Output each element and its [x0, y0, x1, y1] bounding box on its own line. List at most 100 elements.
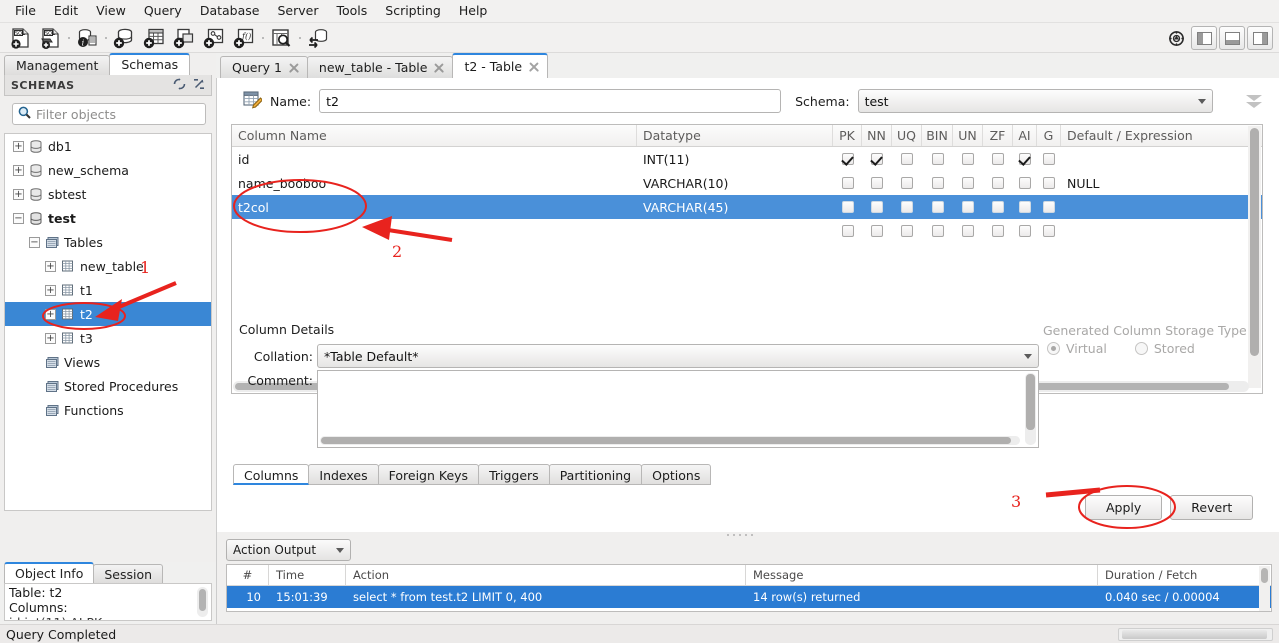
output-grid-row[interactable]: 10 15:01:39 select * from test.t2 LIMIT …: [227, 586, 1271, 608]
sidebar-tree-row-db1[interactable]: + db1: [5, 134, 211, 158]
checkbox-pk[interactable]: [833, 201, 862, 213]
output-type-select[interactable]: Action Output: [226, 539, 351, 561]
comment-vertical-scrollbar[interactable]: [1025, 373, 1036, 445]
new-schema-icon[interactable]: [109, 24, 139, 52]
checkbox-bin[interactable]: [922, 177, 953, 189]
sidebar-tree-row-t3[interactable]: + t3: [5, 326, 211, 350]
output-grid[interactable]: # Time Action Message Duration / Fetch 1…: [226, 564, 1272, 612]
checkbox-un[interactable]: [953, 225, 983, 237]
checkbox-un[interactable]: [953, 177, 983, 189]
columns-grid-row-new[interactable]: [232, 219, 1262, 243]
col-header-default[interactable]: Default / Expression: [1061, 125, 1261, 146]
object-info-scrollbar[interactable]: [197, 587, 208, 617]
tab-triggers[interactable]: Triggers: [478, 464, 550, 485]
col-header-zf[interactable]: ZF: [983, 125, 1013, 146]
new-view-icon[interactable]: [169, 24, 199, 52]
checkbox-pk[interactable]: [833, 177, 862, 189]
checkbox-zf[interactable]: [983, 177, 1013, 189]
editor-tab-query-1[interactable]: Query 1: [220, 56, 308, 78]
expander-icon[interactable]: −: [29, 236, 40, 248]
col-header-bin[interactable]: BIN: [922, 125, 953, 146]
sidebar-tree-row-sbtest[interactable]: + sbtest: [5, 182, 211, 206]
sidebar-tree-row-stored-procedures[interactable]: Stored Procedures: [5, 374, 211, 398]
connection-info-icon[interactable]: i: [72, 24, 102, 52]
comment-textarea[interactable]: [317, 370, 1039, 448]
menu-tools[interactable]: Tools: [327, 1, 376, 21]
cell-column-name[interactable]: t2col: [232, 200, 637, 215]
tab-indexes[interactable]: Indexes: [308, 464, 379, 485]
menu-help[interactable]: Help: [450, 1, 497, 21]
checkbox-bin[interactable]: [922, 153, 953, 165]
checkbox-bin[interactable]: [922, 225, 953, 237]
close-icon[interactable]: [529, 62, 539, 72]
sidebar-tree-row-tables[interactable]: − Tables: [5, 230, 211, 254]
checkbox-g[interactable]: [1037, 177, 1061, 189]
double-chevron-down-icon[interactable]: [1243, 90, 1265, 112]
checkbox-ai[interactable]: [1013, 153, 1037, 165]
new-sql-tab-icon[interactable]: SQL: [5, 24, 35, 52]
table-name-input[interactable]: t2: [319, 89, 782, 113]
col-header-nn[interactable]: NN: [862, 125, 892, 146]
tab-session[interactable]: Session: [93, 564, 164, 583]
toggle-right-sidebar-icon[interactable]: [1247, 26, 1273, 50]
table-schema-select[interactable]: test: [857, 89, 1213, 113]
collation-select[interactable]: *Table Default*: [317, 344, 1039, 368]
cell-datatype[interactable]: VARCHAR(10): [637, 176, 833, 191]
tab-foreign-keys[interactable]: Foreign Keys: [377, 464, 480, 485]
output-header-duration[interactable]: Duration / Fetch: [1098, 565, 1260, 585]
toggle-output-area-icon[interactable]: [1219, 26, 1245, 50]
tab-options[interactable]: Options: [641, 464, 712, 485]
radio-virtual[interactable]: Virtual: [1047, 341, 1107, 356]
toggle-secondary-sidebar-icon[interactable]: [1163, 25, 1189, 51]
apply-button[interactable]: Apply: [1085, 495, 1163, 520]
sidebar-tree-row-views[interactable]: Views: [5, 350, 211, 374]
cell-datatype[interactable]: INT(11): [637, 152, 833, 167]
checkbox-nn[interactable]: [862, 153, 892, 165]
columns-grid-vertical-scrollbar[interactable]: [1248, 126, 1261, 388]
checkbox-nn[interactable]: [862, 201, 892, 213]
new-function-icon[interactable]: f(): [229, 24, 259, 52]
menu-view[interactable]: View: [87, 1, 135, 21]
columns-grid-row-id[interactable]: id INT(11): [232, 147, 1262, 171]
sidebar-tree-row-new_schema[interactable]: + new_schema: [5, 158, 211, 182]
checkbox-nn[interactable]: [862, 177, 892, 189]
output-header-time[interactable]: Time: [269, 565, 346, 585]
menu-file[interactable]: File: [6, 1, 45, 21]
toggle-left-sidebar-icon[interactable]: [1191, 26, 1217, 50]
checkbox-g[interactable]: [1037, 225, 1061, 237]
checkbox-ai[interactable]: [1013, 177, 1037, 189]
output-header-num[interactable]: #: [227, 565, 269, 585]
checkbox-ai[interactable]: [1013, 225, 1037, 237]
filter-objects-input[interactable]: Filter objects: [12, 103, 206, 125]
checkbox-zf[interactable]: [983, 201, 1013, 213]
checkbox-ai[interactable]: [1013, 201, 1037, 213]
new-procedure-icon[interactable]: [199, 24, 229, 52]
close-icon[interactable]: [289, 63, 299, 73]
menu-server[interactable]: Server: [268, 1, 327, 21]
sidebar-tree-row-test[interactable]: − test: [5, 206, 211, 230]
sidebar-tab-management[interactable]: Management: [4, 55, 111, 75]
sidebar-tab-schemas[interactable]: Schemas: [109, 53, 191, 75]
checkbox-g[interactable]: [1037, 153, 1061, 165]
menu-edit[interactable]: Edit: [45, 1, 87, 21]
cell-column-name[interactable]: name_booboo: [232, 176, 637, 191]
expander-icon[interactable]: +: [45, 260, 56, 272]
col-header-g[interactable]: G: [1037, 125, 1061, 146]
close-icon[interactable]: [434, 63, 444, 73]
sidebar-tree-row-new_table[interactable]: + new_table: [5, 254, 211, 278]
col-header-pk[interactable]: PK: [833, 125, 862, 146]
col-header-datatype[interactable]: Datatype: [637, 125, 833, 146]
col-header-ai[interactable]: AI: [1013, 125, 1037, 146]
checkbox-g[interactable]: [1037, 201, 1061, 213]
checkbox-uq[interactable]: [892, 225, 922, 237]
editor-tab-t2[interactable]: t2 - Table: [452, 53, 549, 78]
output-splitter-handle[interactable]: [727, 534, 753, 536]
cell-column-name[interactable]: id: [232, 152, 637, 167]
output-header-message[interactable]: Message: [746, 565, 1098, 585]
new-table-icon[interactable]: [139, 24, 169, 52]
checkbox-bin[interactable]: [922, 201, 953, 213]
expander-icon[interactable]: +: [45, 332, 56, 344]
sidebar-tree-row-functions[interactable]: Functions: [5, 398, 211, 422]
checkbox-pk[interactable]: [833, 153, 862, 165]
expander-icon[interactable]: +: [13, 140, 24, 152]
